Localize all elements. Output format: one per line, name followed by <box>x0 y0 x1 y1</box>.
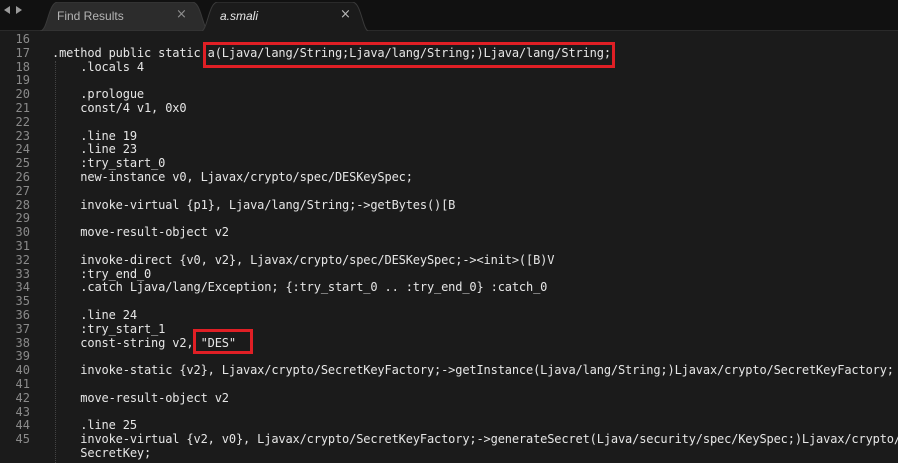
tab-label: a.smali <box>220 9 259 23</box>
code-line[interactable]: .line 19 <box>52 129 137 144</box>
code-line[interactable]: :try_start_1 <box>52 322 165 337</box>
code-editor[interactable]: 16 17 18 19 20 21 22 23 24 25 26 27 28 29 30 31 32 33 34 35… <box>0 31 898 463</box>
des-string-highlight <box>193 329 253 354</box>
line-number: 23 <box>15 128 30 143</box>
line-number <box>0 447 30 461</box>
tab-label: Find Results <box>57 9 124 23</box>
close-icon[interactable]: × <box>176 8 187 22</box>
code-line[interactable]: move-result-object v2 <box>52 391 229 406</box>
code-line[interactable]: .locals 4 <box>52 60 144 75</box>
line-number: 21 <box>15 101 30 115</box>
code-line[interactable]: .catch Ljava/lang/Exception; {:try_start… <box>52 281 547 295</box>
code-line[interactable]: .line 24 <box>52 308 137 323</box>
line-number: 26 <box>15 170 30 184</box>
line-number: 42 <box>15 390 30 405</box>
code-line[interactable]: invoke-static {v2}, Ljavax/crypto/Secret… <box>52 363 894 378</box>
line-number: 38 <box>15 335 30 350</box>
line-number: 39 <box>15 349 30 364</box>
method-signature-highlight <box>203 42 615 68</box>
code-line[interactable]: invoke-virtual {v2, v0}, Ljavax/crypto/S… <box>52 432 898 447</box>
editor-window: Find Results × a.smali × 16 17 18 19 20 21 22 2… <box>0 0 898 463</box>
line-number: 29 <box>15 211 30 226</box>
line-number: 43 <box>15 404 30 419</box>
code-line[interactable]: move-result-object v2 <box>52 225 229 240</box>
line-number: 25 <box>15 156 30 171</box>
tab-a-smali[interactable]: a.smali × <box>200 2 370 32</box>
line-number: 33 <box>15 266 30 281</box>
code-line[interactable]: new-instance v0, Ljavax/crypto/spec/DESK… <box>52 170 413 185</box>
line-number: 30 <box>15 225 30 240</box>
line-number: 22 <box>15 114 30 129</box>
tab-find-results[interactable]: Find Results × <box>40 2 210 31</box>
line-number: 17 <box>15 45 30 60</box>
code-line[interactable]: invoke-direct {v0, v2}, Ljavax/crypto/sp… <box>52 253 554 268</box>
line-number: 31 <box>15 239 30 253</box>
line-number: 45 <box>15 432 30 447</box>
line-number: 16 <box>15 32 30 46</box>
line-number: 44 <box>15 418 30 433</box>
code-line[interactable]: .line 23 <box>52 143 137 157</box>
close-icon[interactable]: × <box>340 8 351 22</box>
line-number: 32 <box>15 252 30 267</box>
line-number: 27 <box>15 183 30 198</box>
code-line[interactable]: invoke-virtual {p1}, Ljava/lang/String;-… <box>52 198 455 213</box>
line-number: 37 <box>15 321 30 336</box>
code-line[interactable]: SecretKey; <box>52 446 151 461</box>
line-number: 28 <box>15 197 30 212</box>
code-line[interactable]: :try_end_0 <box>52 267 151 282</box>
tab-bar: Find Results × a.smali × <box>0 0 898 32</box>
line-number: 24 <box>15 142 30 157</box>
line-number: 20 <box>15 87 30 102</box>
line-number: 40 <box>15 363 30 378</box>
line-number: 41 <box>15 377 30 391</box>
arrow-right-icon[interactable] <box>16 6 22 14</box>
code-line[interactable]: .prologue <box>52 87 144 102</box>
arrow-left-icon[interactable] <box>4 6 10 14</box>
line-number: 18 <box>15 59 30 74</box>
tab-navigation <box>4 6 22 14</box>
line-number-gutter: 16 17 18 19 20 21 22 23 24 25 26 27 28 29 30 31 32 33 34 35… <box>0 31 36 463</box>
code-line[interactable]: :try_start_0 <box>52 156 165 171</box>
line-number: 36 <box>15 308 30 322</box>
line-number: 35 <box>15 294 30 309</box>
line-number: 19 <box>15 73 30 88</box>
line-number: 34 <box>15 280 30 295</box>
code-line[interactable]: const/4 v1, 0x0 <box>52 101 186 116</box>
code-line[interactable]: .line 25 <box>52 419 137 433</box>
